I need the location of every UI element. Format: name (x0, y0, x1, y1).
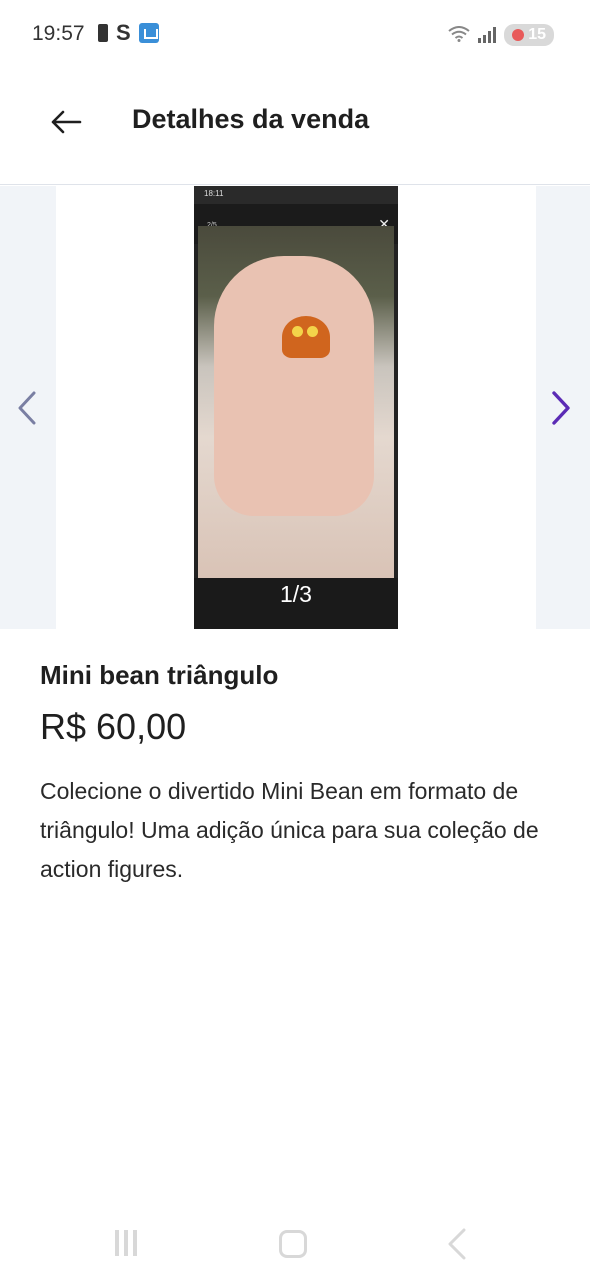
status-icons-right: 15 (448, 24, 554, 46)
home-icon[interactable] (279, 1230, 307, 1258)
product-price: R$ 60,00 (40, 706, 187, 747)
app-header: Detalhes da venda (0, 70, 590, 185)
arrow-left-icon (51, 110, 82, 134)
status-time: 19:57 (32, 22, 85, 45)
photo-toy-eye (307, 326, 318, 337)
battery-low-icon (512, 29, 525, 41)
photo-toy-eye (292, 326, 303, 337)
gallery-next-button[interactable] (544, 386, 578, 430)
photo-toy (282, 316, 330, 358)
gallery-counter: 1/3 (280, 581, 312, 607)
chevron-left-icon (18, 391, 36, 425)
signal-icon (478, 27, 497, 43)
home-app-icon (138, 23, 159, 43)
status-bar: 19:57 S 15 (0, 0, 590, 70)
s-app-icon: S (116, 20, 131, 45)
status-icons-left: S (98, 20, 159, 45)
product-photo[interactable]: 18:11 2/5 ✕ 1/3 (194, 186, 398, 629)
recent-apps-icon[interactable] (115, 1230, 137, 1256)
product-description: Colecione o divertido Mini Bean em forma… (40, 778, 539, 882)
gallery-prev-button[interactable] (10, 386, 44, 430)
battery-icon (98, 24, 108, 42)
back-button[interactable] (46, 102, 86, 142)
photo-inner-time: 18:11 (204, 189, 224, 198)
photo-inner-statusbar: 18:11 (194, 186, 398, 204)
system-nav-bar (0, 1212, 590, 1280)
battery-level-indicator: 15 (504, 24, 554, 46)
image-gallery[interactable]: 18:11 2/5 ✕ 1/3 (0, 186, 590, 629)
wifi-icon (448, 25, 470, 45)
page-title: Detalhes da venda (132, 104, 370, 134)
chevron-right-icon (552, 391, 570, 425)
battery-level: 15 (528, 26, 546, 43)
photo-hand (214, 256, 374, 516)
product-name: Mini bean triângulo (40, 660, 279, 690)
back-icon[interactable] (446, 1228, 468, 1265)
